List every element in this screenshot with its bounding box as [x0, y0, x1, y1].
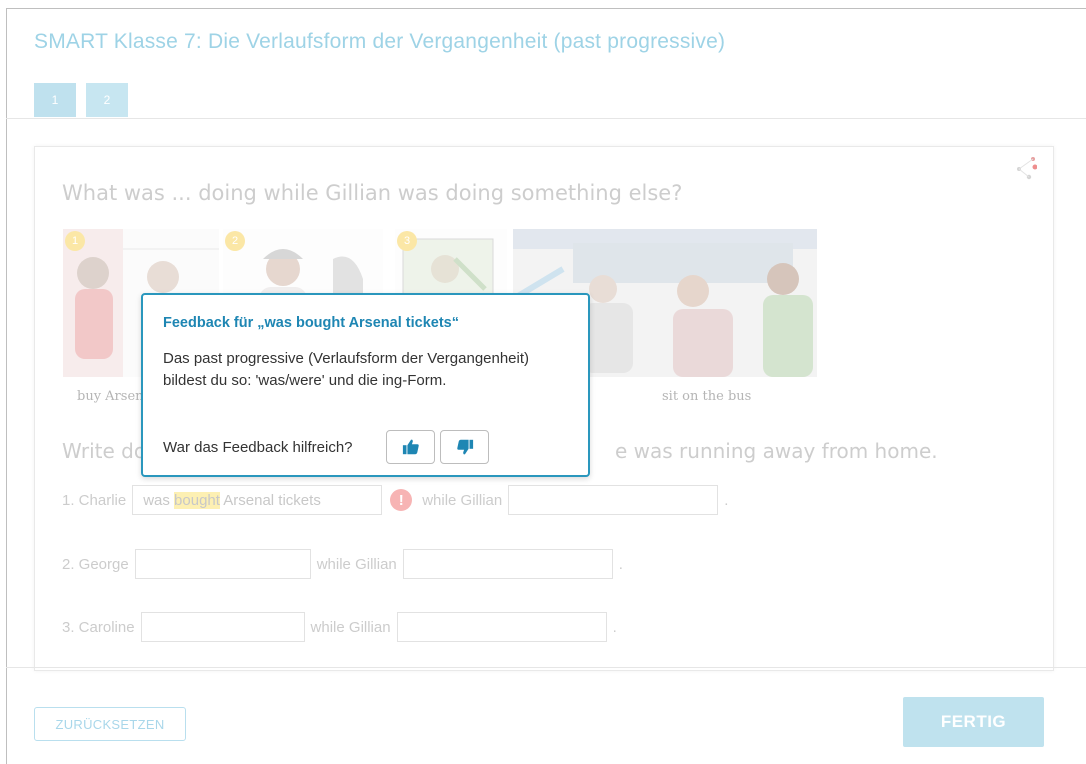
answer-suffix: Arsenal tickets: [219, 491, 321, 509]
picture-3-number: 3: [397, 231, 417, 251]
picture-2-number: 2: [225, 231, 245, 251]
page-tabs: 1 2: [34, 83, 128, 117]
exclamation-icon[interactable]: !: [390, 489, 413, 511]
thumbs-down-button[interactable]: [440, 430, 489, 464]
share-icon[interactable]: [1015, 153, 1037, 183]
answer-input-1b[interactable]: [508, 485, 719, 515]
instruction-text: Write do: [62, 439, 147, 463]
done-button[interactable]: FERTIG: [903, 697, 1044, 747]
answer-input-3a[interactable]: [140, 612, 305, 642]
page-title: SMART Klasse 7: Die Verlaufsform der Ver…: [34, 30, 726, 53]
connector-text: while Gillian: [316, 555, 397, 573]
feedback-body: Das past progressive (Verlaufsform der V…: [163, 350, 530, 389]
answer-highlight: bought: [174, 491, 220, 509]
footer-divider: [6, 667, 1086, 668]
answer-row-3: 3. Caroline while Gillian .: [62, 612, 623, 642]
row-label: 1. Charlie: [62, 491, 127, 509]
row-label: 2. George: [62, 555, 129, 573]
picture-1-number: 1: [65, 231, 85, 251]
connector-text: while Gillian: [422, 491, 503, 509]
feedback-title: Feedback für „was bought Arsenal tickets…: [163, 315, 459, 331]
answer-input-2b[interactable]: [402, 549, 613, 579]
feedback-popup: Feedback für „was bought Arsenal tickets…: [141, 293, 590, 477]
thumbs-down-icon: [456, 439, 473, 455]
feedback-question: War das Feedback hilfreich?: [163, 439, 353, 456]
answer-row-2: 2. George while Gillian .: [62, 549, 629, 579]
row-end: .: [612, 618, 617, 636]
answer-input-1a[interactable]: was bought Arsenal tickets: [132, 485, 383, 515]
divider: [6, 118, 1086, 119]
tab-page-2[interactable]: 2: [86, 83, 128, 117]
question-heading: What was ... doing while Gillian was doi…: [62, 181, 683, 205]
tab-page-1[interactable]: 1: [34, 83, 76, 117]
row-end: .: [724, 491, 729, 509]
answer-input-2a[interactable]: [134, 549, 311, 579]
thumbs-up-button[interactable]: [386, 430, 435, 464]
instruction-text-end: e was running away from home.: [615, 439, 938, 463]
picture-4-caption: sit on the bus: [662, 389, 752, 404]
answer-input-3b[interactable]: [396, 612, 607, 642]
row-label: 3. Caroline: [62, 618, 135, 636]
reset-button[interactable]: ZURÜCKSETZEN: [34, 707, 186, 741]
connector-text: while Gillian: [310, 618, 391, 636]
answer-prefix: was: [143, 491, 175, 509]
row-end: .: [618, 555, 623, 573]
thumbs-up-icon: [402, 439, 419, 455]
answer-row-1: 1. Charlie was bought Arsenal tickets ! …: [62, 485, 734, 515]
